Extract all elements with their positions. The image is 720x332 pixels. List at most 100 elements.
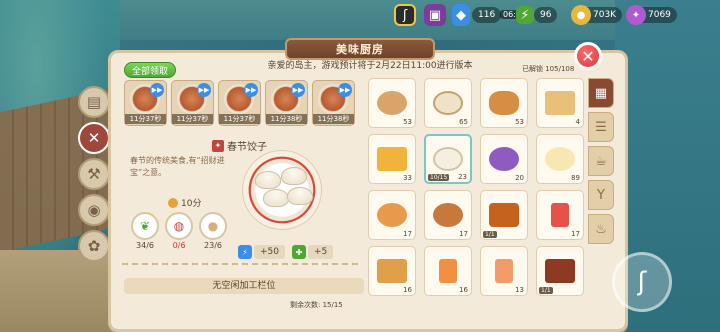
- exp-reward: ✚ +5: [292, 244, 334, 260]
- fishing-hook-button[interactable]: ʃ: [612, 252, 672, 312]
- item-count: 17: [403, 230, 412, 238]
- recipe-cell-fried-shrimp[interactable]: 17: [368, 190, 416, 240]
- dough-icon: ●: [199, 212, 227, 240]
- gift-box-icon[interactable]: ▣: [424, 4, 446, 26]
- item-count: 33: [403, 174, 412, 182]
- recipe-cell-soup[interactable]: 17: [424, 190, 472, 240]
- grid-icon[interactable]: ▦: [588, 78, 614, 108]
- dumpling-piece: [255, 171, 281, 189]
- recipe-grid: 53 65 53 4 33 10/15 23 20 89 17 17 1/1 1…: [368, 78, 588, 332]
- spring-rolls-icon: [377, 259, 407, 283]
- ingredient-count: 0/6: [172, 241, 186, 250]
- bread-icon: [377, 91, 407, 115]
- recipe-cell-baguette[interactable]: 53: [480, 78, 528, 128]
- meat-icon: ◍: [165, 212, 193, 240]
- fast-forward-icon[interactable]: ▶▶: [244, 83, 258, 97]
- fishing-hook-icon[interactable]: ʃ: [394, 4, 416, 26]
- fast-forward-icon[interactable]: ▶▶: [338, 83, 352, 97]
- energy-reward-value: +50: [254, 245, 285, 259]
- item-count: 89: [571, 174, 580, 182]
- gem-counter: 116: [472, 7, 502, 23]
- item-progress: 1/1: [483, 231, 497, 238]
- fast-forward-icon[interactable]: ▶▶: [197, 83, 211, 97]
- cocktail-icon[interactable]: Y: [588, 180, 614, 210]
- drink-icon[interactable]: ☕: [588, 146, 614, 176]
- energy-count: 96: [540, 10, 552, 20]
- close-button[interactable]: ✕: [574, 42, 602, 70]
- juice-icon: [551, 203, 569, 227]
- gem-icon: ◆: [452, 4, 470, 26]
- queue-item[interactable]: ▶▶ 11分37秒: [171, 80, 214, 126]
- item-count: 20: [515, 174, 524, 182]
- coin-count: 703K: [593, 10, 617, 20]
- ingredient-slot[interactable]: ❦ 34/6: [130, 212, 160, 250]
- vegetable-icon: ❦: [131, 212, 159, 240]
- kitchen-tab[interactable]: ✕: [78, 122, 110, 154]
- ingredient-slot[interactable]: ● 23/6: [198, 212, 228, 250]
- item-count: 53: [403, 118, 412, 126]
- item-count: 16: [403, 286, 412, 294]
- queue-item[interactable]: ▶▶ 11分37秒: [124, 80, 167, 126]
- recipe-cell-cake[interactable]: 4: [536, 78, 584, 128]
- recipe-cell-flour[interactable]: 65: [424, 78, 472, 128]
- points-icon: ✦: [626, 5, 646, 25]
- tools-tab[interactable]: ⚒: [78, 158, 110, 190]
- queue-item[interactable]: ▶▶ 11分37秒: [218, 80, 261, 126]
- cooking-queue: ▶▶ 11分37秒 ▶▶ 11分37秒 ▶▶ 11分37秒 ▶▶ 11分38秒 …: [124, 80, 364, 128]
- dumplings-icon: [433, 147, 463, 171]
- fast-forward-icon[interactable]: ▶▶: [291, 83, 305, 97]
- page-title: 美味厨房: [285, 38, 435, 60]
- map-tab[interactable]: ◉: [78, 194, 110, 226]
- system-notice: 亲爱的岛主，游戏预计将于2月22日11:00进行版本: [267, 61, 473, 71]
- recipe-cell-juice[interactable]: 17: [536, 190, 584, 240]
- item-count: 4: [575, 118, 580, 126]
- orange-drink-icon: [439, 259, 457, 283]
- dumpling-piece: [281, 167, 307, 185]
- category-tabs: ▦ ☰ ☕ Y ♨: [588, 78, 614, 248]
- dumpling-piece: [263, 189, 289, 207]
- item-count: 13: [515, 286, 524, 294]
- skewers-icon: [545, 259, 575, 283]
- ingredient-slot[interactable]: ◍ 0/6: [164, 212, 194, 250]
- recipe-cell-peach-drink[interactable]: 13: [480, 246, 528, 296]
- recipe-cell-bread[interactable]: 53: [368, 78, 416, 128]
- queue-item[interactable]: ▶▶ 11分38秒: [265, 80, 308, 126]
- energy-counter: ⚡ 96: [516, 3, 558, 27]
- recipe-title: ✦ 春节饺子: [212, 138, 267, 153]
- points-pill: ✦ 7069: [626, 5, 677, 25]
- gem-count: 116: [478, 10, 496, 20]
- recipe-cell-fries[interactable]: 33: [368, 134, 416, 184]
- cook-time: 10分: [168, 196, 201, 209]
- recipe-cell-orange-drink[interactable]: 16: [424, 246, 472, 296]
- recipe-cell-dumplings[interactable]: 10/15 23: [424, 134, 472, 184]
- recipe-cell-spring-rolls[interactable]: 16: [368, 246, 416, 296]
- recipe-cell-skewers[interactable]: 1/1: [536, 246, 584, 296]
- item-count: 16: [459, 286, 468, 294]
- item-count: 23: [458, 173, 467, 181]
- recipe-description: 春节的传统美食,有“招财进宝”之意。: [130, 156, 225, 177]
- fries-icon: [377, 147, 407, 171]
- recipe-icon: ✦: [212, 139, 224, 152]
- coin-counter: ● 703K: [571, 3, 623, 27]
- no-slot-message: 无空闲加工栏位: [124, 278, 364, 294]
- recipe-cell-eggs[interactable]: 89: [536, 134, 584, 184]
- item-count: 17: [459, 230, 468, 238]
- candy-tab[interactable]: ✿: [78, 230, 110, 262]
- fruit-salad-icon: [489, 147, 519, 171]
- dumpling-piece: [287, 187, 313, 205]
- soup-icon: [433, 203, 463, 227]
- ingredient-count: 34/6: [136, 241, 154, 250]
- recipe-cell-fried-chicken[interactable]: 1/1: [480, 190, 528, 240]
- peach-drink-icon: [495, 259, 513, 283]
- burger-icon[interactable]: ☰: [588, 112, 614, 142]
- claim-all-button[interactable]: 全部领取: [124, 62, 176, 78]
- eggs-icon: [545, 147, 575, 171]
- fast-forward-icon[interactable]: ▶▶: [150, 83, 164, 97]
- queue-item[interactable]: ▶▶ 11分38秒: [312, 80, 355, 126]
- sand-shore: [0, 250, 120, 332]
- backpack-tab[interactable]: ▤: [78, 86, 110, 118]
- recipe-cell-fruit-salad[interactable]: 20: [480, 134, 528, 184]
- queue-time: 11分38秒: [266, 114, 307, 124]
- pot-icon[interactable]: ♨: [588, 214, 614, 244]
- energy-icon: ⚡: [516, 6, 534, 24]
